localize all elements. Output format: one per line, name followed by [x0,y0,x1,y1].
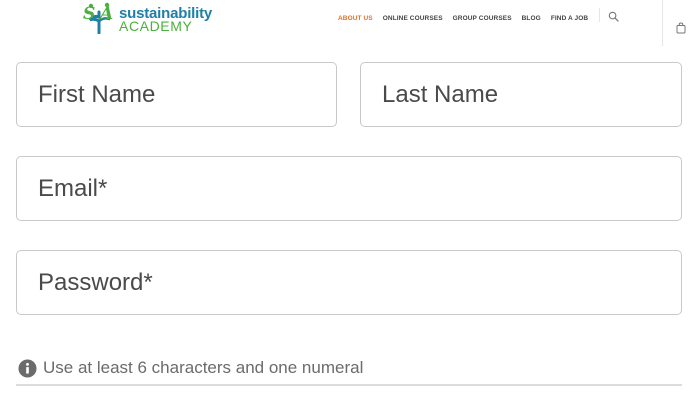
shopping-bag-icon[interactable] [676,22,686,34]
cart-divider [662,0,663,46]
password-hint-text: Use at least 6 characters and one numera… [43,358,364,377]
form-divider [16,384,682,386]
info-icon [18,358,37,378]
last-name-input[interactable] [361,63,681,126]
nav-divider [599,8,600,22]
logo-text-academy: ACADEMY [119,18,193,34]
main-nav: ABOUT US ONLINE COURSES GROUP COURSES BL… [338,13,588,23]
site-header: S A sustainability ACADEMY ABOUT US ONLI… [0,0,700,46]
password-hint: Use at least 6 characters and one numera… [18,358,363,378]
site-logo[interactable]: S A sustainability ACADEMY [82,2,222,34]
email-field[interactable] [16,156,682,221]
nav-group-courses[interactable]: GROUP COURSES [453,15,512,22]
nav-find-a-job[interactable]: FIND A JOB [551,15,588,22]
password-field[interactable] [16,250,682,315]
logo-mark-icon: S A [83,2,113,34]
search-icon[interactable] [608,11,619,22]
nav-online-courses[interactable]: ONLINE COURSES [383,15,443,22]
last-name-field[interactable] [360,62,682,127]
svg-text:A: A [98,4,113,24]
nav-blog[interactable]: BLOG [522,15,541,22]
first-name-input[interactable] [17,63,336,126]
email-input[interactable] [17,157,681,220]
first-name-field[interactable] [16,62,337,127]
password-input[interactable] [17,251,681,314]
nav-about-us[interactable]: ABOUT US [338,15,373,22]
